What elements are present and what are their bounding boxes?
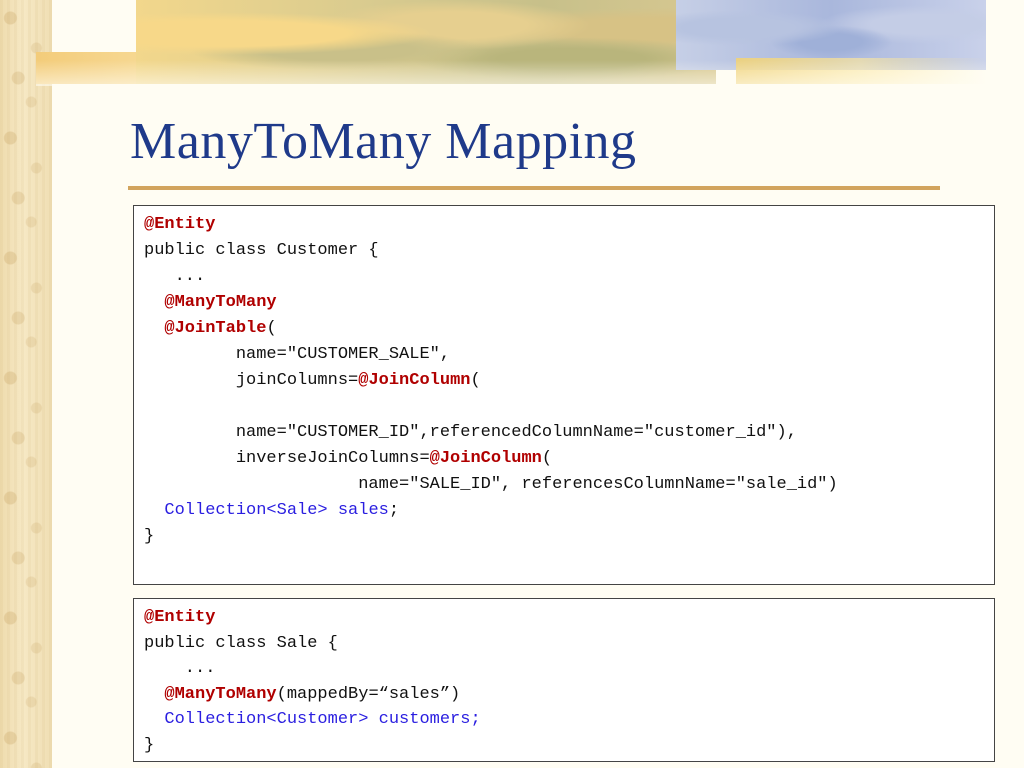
code-line: @Entity	[144, 215, 216, 234]
code-line: @ManyToMany	[164, 293, 277, 312]
slide-title: ManyToMany Mapping	[130, 113, 637, 170]
code-line: inverseJoinColumns=@JoinColumn(	[144, 449, 553, 468]
code-line: @ManyToMany(mappedBy=“sales”)	[164, 684, 461, 704]
code-line: @Entity	[144, 608, 216, 627]
code-line: name="CUSTOMER_SALE",	[144, 345, 451, 364]
code-line: Collection<Customer> customers;	[164, 710, 481, 729]
code-line: public class Customer {	[144, 241, 379, 260]
code-line: name="CUSTOMER_ID",referencedColumnName=…	[144, 423, 797, 442]
code-line: joinColumns=@JoinColumn(	[144, 371, 481, 390]
code-line: ...	[144, 267, 206, 286]
left-decorative-strip	[0, 0, 52, 768]
code-line: name="SALE_ID", referencesColumnName="sa…	[144, 475, 838, 494]
sale-code-block: @Entity public class Sale { ... @ManyToM…	[133, 598, 995, 762]
code-line: ...	[144, 659, 216, 678]
code-line: }	[144, 735, 155, 755]
customer-code-block: @Entity public class Customer { ... @Man…	[133, 205, 995, 585]
code-line: @JoinTable(	[164, 319, 277, 338]
code-line: public class Sale {	[144, 633, 338, 653]
code-line: }	[144, 527, 155, 546]
code-line: Collection<Sale> sales;	[164, 501, 400, 520]
title-underline	[128, 186, 940, 190]
top-decorative-banner	[36, 0, 1024, 86]
